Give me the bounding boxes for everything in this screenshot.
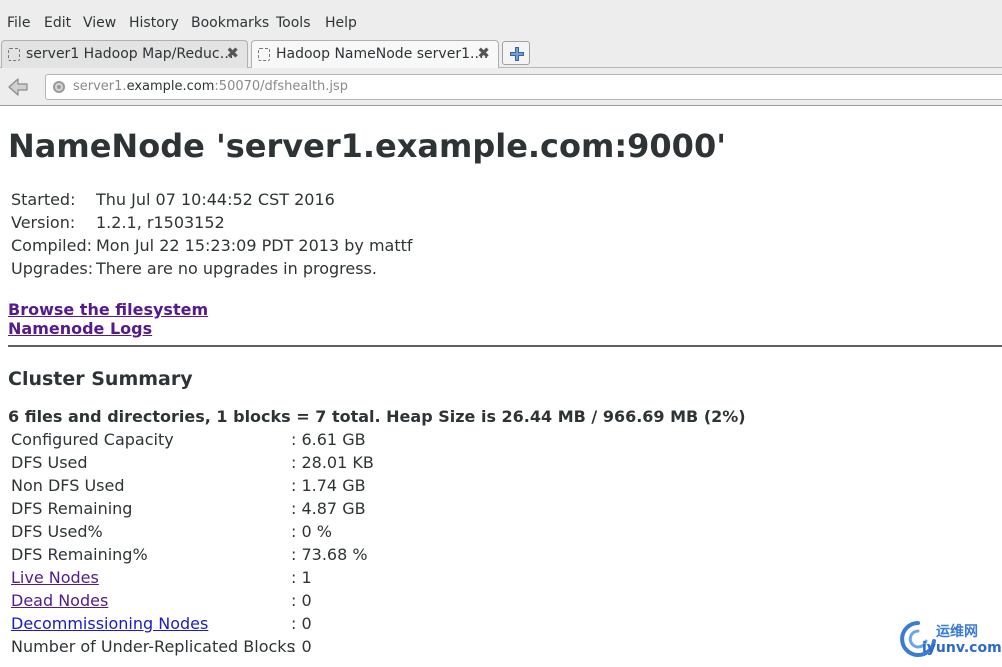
page-icon bbox=[8, 48, 20, 61]
namenode-logs-link[interactable]: Namenode Logs bbox=[8, 319, 208, 338]
row-label: DFS Remaining% bbox=[11, 545, 148, 564]
info-value: Thu Jul 07 10:44:52 CST 2016 bbox=[96, 190, 335, 209]
url-bar[interactable]: server1.example.com:50070/dfshealth.jsp bbox=[45, 74, 1002, 100]
row-value: : 1 bbox=[291, 568, 312, 587]
tab-jobtracker[interactable]: server1 Hadoop Map/Reduc… ✖ bbox=[1, 40, 248, 68]
back-arrow-icon bbox=[8, 78, 28, 96]
decommissioning-nodes-link[interactable]: Decommissioning Nodes bbox=[11, 612, 208, 635]
row-label: Non DFS Used bbox=[11, 476, 125, 495]
row-value: : 6.61 GB bbox=[291, 430, 366, 449]
info-key: Started: bbox=[11, 190, 76, 209]
live-nodes-link[interactable]: Live Nodes bbox=[11, 566, 99, 589]
tab-namenode[interactable]: Hadoop NameNode server1.… ✖ bbox=[251, 40, 499, 69]
menu-history[interactable]: History bbox=[129, 15, 179, 32]
info-value: Mon Jul 22 15:23:09 PDT 2013 by mattf bbox=[96, 236, 413, 255]
menu-help[interactable]: Help bbox=[325, 15, 357, 32]
row-value: : 1.74 GB bbox=[291, 476, 366, 495]
url-host: example.com bbox=[126, 79, 215, 94]
url-prefix: server1. bbox=[73, 79, 127, 94]
menu-view[interactable]: View bbox=[83, 15, 116, 32]
menu-bar: File Edit View History Bookmarks Tools H… bbox=[0, 0, 1002, 40]
globe-icon bbox=[53, 81, 65, 93]
row-value: : 0 bbox=[291, 614, 312, 633]
page-links: Browse the filesystem Namenode Logs bbox=[8, 300, 208, 338]
browse-filesystem-link[interactable]: Browse the filesystem bbox=[8, 300, 208, 319]
row-value: : 0 % bbox=[291, 522, 332, 541]
page-title: NameNode 'server1.example.com:9000' bbox=[8, 127, 726, 165]
tab-strip: server1 Hadoop Map/Reduc… ✖ Hadoop NameN… bbox=[0, 40, 1002, 69]
info-key: Compiled: bbox=[11, 236, 92, 255]
row-label: DFS Used bbox=[11, 453, 88, 472]
close-tab-icon[interactable]: ✖ bbox=[477, 45, 490, 62]
dead-nodes-link[interactable]: Dead Nodes bbox=[11, 589, 108, 612]
info-key: Version: bbox=[11, 213, 76, 232]
page-icon bbox=[258, 48, 270, 61]
cluster-summary-line: 6 files and directories, 1 blocks = 7 to… bbox=[8, 407, 746, 426]
row-value: : 0 bbox=[291, 637, 312, 656]
row-label: Number of Under-Replicated Blocks bbox=[11, 637, 295, 656]
row-value: : 28.01 KB bbox=[291, 453, 374, 472]
plus-icon bbox=[510, 47, 524, 61]
url-text: server1.example.com:50070/dfshealth.jsp bbox=[73, 79, 348, 95]
watermark-text-en: iyunv.com bbox=[922, 640, 1002, 656]
menu-tools[interactable]: Tools bbox=[276, 15, 311, 32]
info-key: Upgrades: bbox=[11, 259, 94, 278]
divider bbox=[8, 345, 1002, 347]
back-button[interactable] bbox=[6, 76, 30, 98]
menu-file[interactable]: File bbox=[7, 15, 30, 32]
cluster-summary-heading: Cluster Summary bbox=[8, 368, 193, 390]
tab-title: server1 Hadoop Map/Reduc… bbox=[26, 46, 234, 62]
navigation-bar: server1.example.com:50070/dfshealth.jsp bbox=[0, 68, 1002, 106]
watermark-logo: 运维网 iyunv.com bbox=[898, 619, 1002, 661]
close-tab-icon[interactable]: ✖ bbox=[226, 45, 239, 62]
row-value: : 4.87 GB bbox=[291, 499, 366, 518]
tab-title: Hadoop NameNode server1.… bbox=[276, 46, 489, 62]
row-label: DFS Remaining bbox=[11, 499, 133, 518]
watermark-text-cn: 运维网 bbox=[936, 624, 978, 640]
row-label: DFS Used% bbox=[11, 522, 103, 541]
row-value: : 73.68 % bbox=[291, 545, 368, 564]
new-tab-button[interactable] bbox=[502, 41, 530, 65]
row-label: Configured Capacity bbox=[11, 430, 174, 449]
menu-bookmarks[interactable]: Bookmarks bbox=[191, 15, 269, 32]
info-value: 1.2.1, r1503152 bbox=[96, 213, 225, 232]
info-value: There are no upgrades in progress. bbox=[96, 259, 377, 278]
menu-edit[interactable]: Edit bbox=[44, 15, 71, 32]
row-value: : 0 bbox=[291, 591, 312, 610]
page-content: NameNode 'server1.example.com:9000' Star… bbox=[0, 106, 1002, 667]
url-path: :50070/dfshealth.jsp bbox=[214, 79, 349, 94]
